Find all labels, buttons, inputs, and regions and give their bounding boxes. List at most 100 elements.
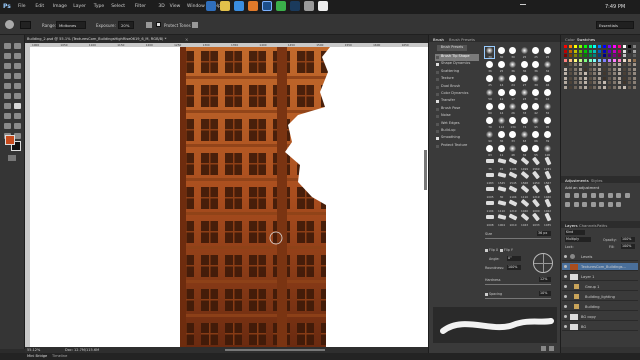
color-swatch[interactable] — [588, 72, 592, 75]
vibrance-icon[interactable] — [599, 193, 604, 198]
layer-row[interactable]: Group 1 — [562, 283, 638, 291]
brush-option-shape-dynamics[interactable]: Shape Dynamics — [435, 61, 479, 68]
color-swatch[interactable] — [603, 81, 607, 84]
color-swatch[interactable] — [583, 58, 587, 62]
brush-tip-preset[interactable] — [532, 117, 539, 124]
brush-tip-preset[interactable] — [497, 214, 506, 220]
brush-tip-preset[interactable] — [543, 75, 551, 82]
spacing-field[interactable]: 10% — [539, 291, 551, 296]
color-swatch[interactable] — [578, 58, 582, 62]
document-canvas[interactable] — [30, 47, 428, 347]
color-swatch[interactable] — [564, 63, 567, 66]
brush-tip-preset[interactable] — [508, 171, 518, 179]
eyedropper-tool-icon[interactable] — [14, 63, 21, 69]
brush-option-protect-texture[interactable]: Protect Texture — [435, 143, 479, 150]
color-swatch[interactable] — [627, 81, 631, 84]
size-slider[interactable] — [485, 238, 551, 239]
color-swatch[interactable] — [598, 81, 602, 84]
color-swatch[interactable] — [568, 49, 572, 53]
tab-styles[interactable]: Styles — [591, 178, 603, 183]
brush-option-build-up[interactable]: Build-up — [435, 128, 479, 135]
photoshop-taskbar-icon[interactable] — [262, 1, 272, 11]
checkbox[interactable] — [436, 78, 439, 82]
opacity-field[interactable]: 100% — [621, 237, 635, 242]
menu-item-filter[interactable]: Filter — [135, 4, 146, 9]
color-swatch[interactable] — [608, 54, 612, 57]
color-swatch[interactable] — [608, 85, 612, 89]
color-swatch[interactable] — [568, 45, 572, 48]
color-swatch[interactable] — [627, 67, 631, 71]
brush-tip-preset[interactable] — [486, 103, 493, 110]
color-swatch[interactable] — [568, 58, 572, 62]
pressure-icon[interactable] — [192, 22, 198, 28]
path-select-tool-icon[interactable] — [4, 123, 11, 129]
checkbox[interactable] — [436, 56, 439, 59]
color-swatch[interactable] — [613, 76, 616, 80]
color-swatch[interactable] — [588, 58, 592, 62]
color-swatch[interactable] — [603, 76, 607, 80]
brush-tip-preset[interactable] — [497, 61, 505, 68]
layer-filter-kind[interactable]: Kind — [565, 230, 585, 235]
color-swatch[interactable] — [622, 54, 626, 57]
color-swatch[interactable] — [573, 45, 577, 48]
color-swatch[interactable] — [598, 72, 602, 75]
brightness-icon[interactable] — [565, 193, 570, 198]
color-swatch[interactable] — [583, 45, 587, 48]
brush-option-dual-brush[interactable]: Dual Brush — [435, 84, 479, 91]
color-swatch[interactable] — [568, 85, 572, 89]
color-swatch[interactable] — [573, 76, 577, 80]
color-swatch[interactable] — [613, 45, 616, 48]
color-swatch[interactable] — [622, 67, 626, 71]
color-swatch[interactable] — [632, 67, 636, 71]
color-swatch[interactable] — [564, 45, 567, 48]
color-swatch[interactable] — [578, 85, 582, 89]
tab-brush-presets[interactable]: Brush Presets — [449, 37, 475, 42]
color-swatch[interactable] — [632, 58, 636, 62]
color-swatch[interactable] — [593, 72, 597, 75]
channel-mixer-icon[interactable] — [573, 202, 579, 207]
brush-option-noise[interactable]: Noise — [435, 113, 479, 120]
color-swatch[interactable] — [613, 58, 616, 62]
canvas-scrollbar[interactable] — [424, 150, 427, 190]
exposure-icon[interactable] — [590, 193, 596, 198]
color-swatch[interactable] — [617, 63, 621, 66]
color-swatch[interactable] — [583, 67, 587, 71]
color-swatch[interactable] — [608, 72, 612, 75]
brush-tip-preset[interactable] — [520, 89, 528, 96]
color-swatch[interactable] — [603, 45, 607, 48]
zoom-level[interactable]: 55.12% — [27, 348, 40, 352]
brush-tip-preset[interactable] — [497, 200, 506, 206]
color-swatch[interactable] — [573, 81, 577, 84]
color-swatch[interactable] — [622, 58, 626, 62]
size-field[interactable]: 36 px — [537, 231, 551, 236]
history-brush-tool-icon[interactable] — [14, 83, 21, 89]
tab-channels[interactable]: Channels — [579, 223, 597, 228]
brush-tip-preset[interactable] — [520, 103, 528, 110]
color-swatch[interactable] — [613, 49, 616, 53]
color-swatch[interactable] — [588, 45, 592, 48]
color-swatch[interactable] — [622, 49, 626, 53]
color-swatch[interactable] — [608, 63, 612, 66]
pen-tool-icon[interactable] — [4, 113, 11, 119]
brush-tip-preset[interactable] — [543, 198, 552, 208]
brush-tip-preset[interactable] — [520, 47, 528, 54]
color-swatch[interactable] — [632, 49, 636, 53]
brush-option-brush-tip-shape[interactable]: Brush Tip Shape — [435, 54, 479, 61]
color-swatch[interactable] — [598, 49, 602, 53]
color-swatch[interactable] — [608, 81, 612, 84]
exposure-field[interactable]: 20% — [118, 21, 134, 29]
color-swatch[interactable] — [583, 85, 587, 89]
brush-tip-preset[interactable] — [486, 159, 494, 163]
brush-tip-preset[interactable] — [509, 75, 516, 82]
layer-row[interactable]: BG copy — [562, 313, 638, 321]
media-icon[interactable] — [248, 1, 258, 11]
checkbox[interactable] — [436, 144, 439, 148]
brush-tip-preset[interactable] — [497, 117, 505, 124]
color-swatch[interactable] — [603, 58, 607, 62]
brush-tip-preset[interactable] — [520, 75, 528, 82]
color-swatch[interactable] — [598, 67, 602, 71]
roundness-field[interactable]: 100% — [507, 265, 521, 270]
color-swatch[interactable] — [613, 54, 616, 57]
menu-item-select[interactable]: Select — [111, 4, 125, 9]
brush-tip-preset[interactable] — [531, 170, 541, 180]
